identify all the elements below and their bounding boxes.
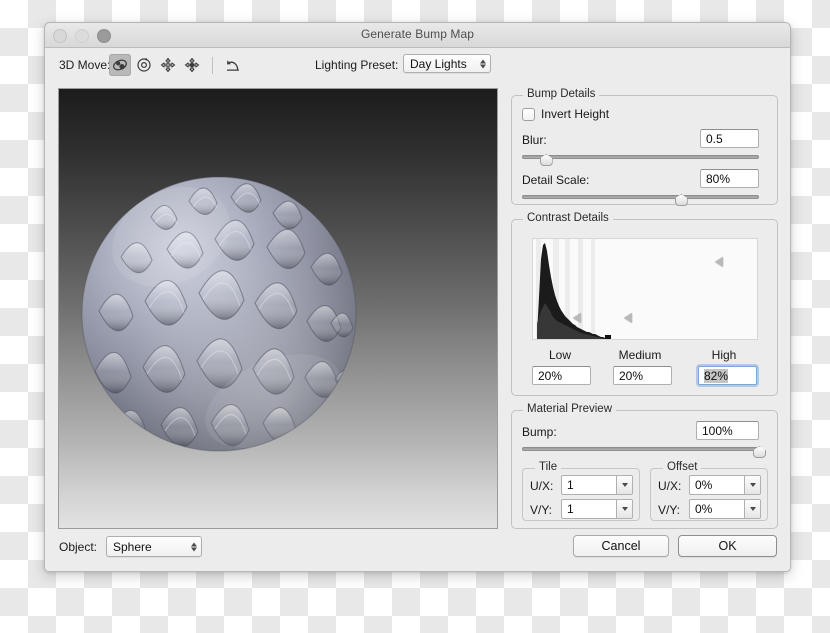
- high-value: 82%: [704, 368, 729, 383]
- invert-height-label: Invert Height: [541, 107, 610, 121]
- blur-slider-knob[interactable]: [539, 154, 553, 166]
- cancel-button[interactable]: Cancel: [573, 535, 669, 557]
- tile-title: Tile: [535, 461, 562, 473]
- blur-input[interactable]: 0.5: [700, 129, 759, 148]
- orbit-tool-icon[interactable]: [109, 54, 131, 76]
- object-value: Sphere: [113, 539, 152, 554]
- detail-scale-slider-knob[interactable]: [674, 194, 688, 206]
- roll-tool-icon[interactable]: [133, 54, 155, 76]
- ok-button[interactable]: OK: [678, 535, 777, 557]
- bump-value: 100%: [702, 423, 733, 438]
- material-preview-title: Material Preview: [523, 403, 616, 415]
- bump-slider-track: [522, 447, 759, 451]
- bump-input[interactable]: 100%: [696, 421, 759, 440]
- chevron-down-icon[interactable]: [616, 475, 633, 495]
- histogram-plot: [537, 243, 611, 339]
- checkbox-icon: [522, 107, 535, 121]
- 3d-preview-viewport[interactable]: [58, 88, 498, 529]
- low-column-header: Low: [548, 348, 571, 362]
- medium-column-header: Medium: [618, 348, 662, 362]
- tile-u-value: 1: [561, 475, 616, 495]
- low-input[interactable]: 20%: [532, 366, 591, 385]
- window-titlebar[interactable]: Generate Bump Map: [45, 23, 790, 48]
- blur-label: Blur:: [522, 133, 547, 147]
- material-preview-group: Material Preview Bump: 100% Tile U/X: 1: [511, 403, 778, 529]
- medium-marker[interactable]: [624, 313, 632, 323]
- toolbar: 3D Move: Lighting Preset: Day Lights: [45, 48, 790, 82]
- cancel-button-label: Cancel: [601, 539, 641, 553]
- tile-u-label: U/X:: [530, 479, 554, 493]
- reset-tool-icon[interactable]: [222, 54, 244, 76]
- stepper-arrows-icon: [191, 542, 197, 551]
- chevron-down-icon[interactable]: [616, 499, 633, 519]
- screen-background: Generate Bump Map 3D Move: Lighting Pres…: [0, 0, 830, 633]
- detail-scale-input[interactable]: 80%: [700, 169, 759, 188]
- lighting-preset-select[interactable]: Day Lights: [403, 54, 491, 73]
- offset-u-value: 0%: [689, 475, 744, 495]
- high-column-header: High: [711, 348, 737, 362]
- tile-v-combo[interactable]: 1: [561, 499, 633, 519]
- bump-sphere-render: [81, 176, 357, 452]
- bump-details-title: Bump Details: [523, 88, 600, 100]
- detail-scale-value: 80%: [706, 171, 731, 186]
- high-marker[interactable]: [715, 257, 723, 267]
- contrast-details-title: Contrast Details: [523, 212, 613, 224]
- contrast-details-group: Contrast Details Low Medium High 20% 20%…: [511, 212, 778, 396]
- bump-details-group: Bump Details Invert Height Blur: 0.5 Det…: [511, 88, 778, 206]
- tile-u-combo[interactable]: 1: [561, 475, 633, 495]
- contrast-histogram[interactable]: [532, 238, 758, 340]
- offset-v-value: 0%: [689, 499, 744, 519]
- window-title: Generate Bump Map: [360, 27, 475, 41]
- detail-scale-slider-track: [522, 195, 759, 199]
- blur-slider[interactable]: [522, 152, 759, 166]
- tile-subgroup: Tile U/X: 1 V/Y: 1: [522, 461, 640, 521]
- object-select[interactable]: Sphere: [106, 536, 202, 557]
- bump-slider-knob[interactable]: [753, 446, 766, 458]
- generate-bump-map-window: Generate Bump Map 3D Move: Lighting Pres…: [44, 22, 791, 572]
- bump-label: Bump:: [522, 425, 557, 439]
- offset-u-combo[interactable]: 0%: [689, 475, 761, 495]
- low-value: 20%: [538, 368, 563, 383]
- lighting-preset-label: Lighting Preset:: [315, 58, 399, 72]
- dialog-body: 3D Move: Lighting Preset: Day Lights Bum…: [45, 48, 790, 571]
- tile-v-label: V/Y:: [530, 503, 553, 517]
- 3d-move-label: 3D Move:: [59, 58, 111, 72]
- blur-slider-track: [522, 155, 759, 159]
- medium-input[interactable]: 20%: [613, 366, 672, 385]
- blur-value: 0.5: [706, 131, 723, 146]
- bump-slider[interactable]: [522, 444, 766, 458]
- high-input[interactable]: 82%: [698, 366, 757, 385]
- toolbar-separator: [212, 56, 213, 74]
- slide-tool-icon[interactable]: [181, 54, 203, 76]
- ok-button-label: OK: [718, 539, 737, 553]
- lighting-preset-value: Day Lights: [410, 56, 467, 71]
- offset-u-label: U/X:: [658, 479, 682, 493]
- detail-scale-slider[interactable]: [522, 192, 759, 206]
- object-label: Object:: [59, 540, 98, 554]
- invert-height-checkbox[interactable]: Invert Height: [522, 107, 609, 121]
- pan-tool-icon[interactable]: [157, 54, 179, 76]
- tile-v-value: 1: [561, 499, 616, 519]
- 3d-move-tool-group: [109, 54, 244, 76]
- medium-value: 20%: [619, 368, 644, 383]
- stepper-arrows-icon: [480, 59, 486, 68]
- offset-title: Offset: [663, 461, 702, 473]
- detail-scale-label: Detail Scale:: [522, 173, 590, 187]
- offset-v-combo[interactable]: 0%: [689, 499, 761, 519]
- chevron-down-icon[interactable]: [744, 475, 761, 495]
- chevron-down-icon[interactable]: [744, 499, 761, 519]
- offset-v-label: V/Y:: [658, 503, 681, 517]
- offset-subgroup: Offset U/X: 0% V/Y: 0%: [650, 461, 768, 521]
- low-marker[interactable]: [573, 313, 581, 323]
